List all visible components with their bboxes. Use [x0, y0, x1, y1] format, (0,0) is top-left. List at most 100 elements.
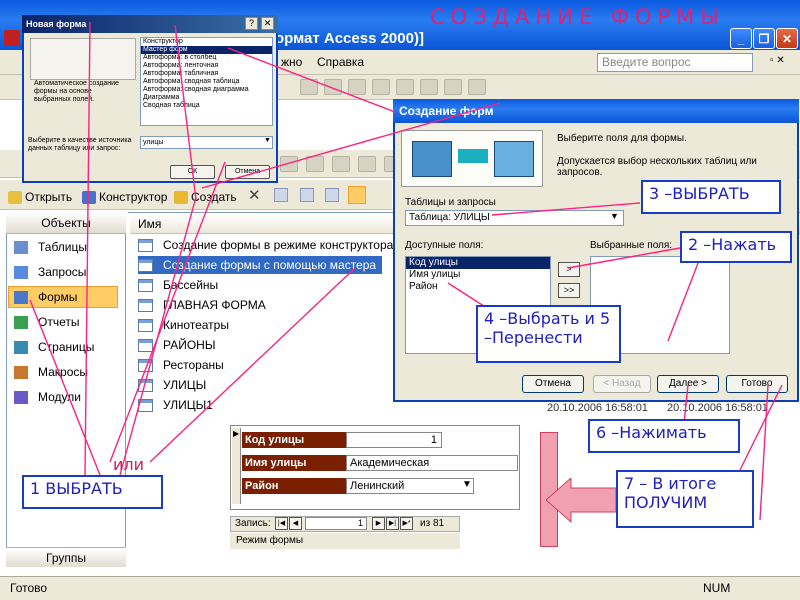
field-option[interactable]: Район	[406, 281, 550, 293]
field-option[interactable]: Имя улицы	[406, 269, 550, 281]
record-total: из 81	[420, 518, 445, 529]
close-button[interactable]: ✕	[776, 28, 798, 49]
list-item[interactable]: Бассейны	[138, 276, 218, 294]
menu-service[interactable]: жно	[281, 55, 302, 69]
form-type-option[interactable]: Автоформа: сводная таблица	[141, 78, 272, 86]
menu-help[interactable]: Справка	[317, 55, 364, 69]
dialog-close-button[interactable]: ✕	[261, 17, 274, 30]
cancel-button[interactable]: Отмена	[225, 165, 270, 179]
list-item[interactable]: УЛИЦЫ	[138, 376, 206, 394]
form-type-option[interactable]: Автоформа: в столбец	[141, 54, 272, 62]
add-field-button[interactable]: >	[558, 262, 580, 277]
help-button[interactable]: ?	[245, 17, 258, 30]
field-value[interactable]: Академическая	[346, 455, 518, 471]
new-form-dialog-title: Новая форма	[22, 15, 278, 33]
list-item[interactable]: Кинотеатры	[138, 316, 229, 334]
district-combo[interactable]: Ленинский	[346, 478, 474, 494]
small-icons-icon[interactable]	[300, 188, 314, 202]
list-item[interactable]: Создание формы в режиме конструктора	[138, 236, 393, 254]
form-icon	[138, 398, 153, 412]
record-selector[interactable]	[232, 428, 241, 504]
object-macros[interactable]: Макросы	[14, 361, 88, 383]
next-record-button[interactable]: ▶	[372, 517, 385, 530]
form-type-option-selected[interactable]: Мастер форм	[141, 46, 272, 54]
back-button[interactable]: < Назад	[593, 375, 651, 393]
first-record-button[interactable]: |◀	[275, 517, 288, 530]
details-icon[interactable]	[348, 186, 366, 204]
form-type-option[interactable]: Автоформа: табличная	[141, 70, 272, 78]
form-type-option[interactable]: Автоформа: сводная диаграмма	[141, 86, 272, 94]
field-option-selected[interactable]: Код улицы	[406, 257, 550, 269]
create-button[interactable]: Создать	[174, 190, 237, 204]
list-item[interactable]: УЛИЦЫ1	[138, 396, 213, 414]
object-label: Модули	[38, 390, 81, 404]
add-all-fields-button[interactable]: >>	[558, 283, 580, 298]
form-type-option[interactable]: Сводная таблица	[141, 102, 272, 110]
ok-button[interactable]: ОК	[170, 165, 215, 179]
form-type-list[interactable]: Конструктор Мастер форм Автоформа: в сто…	[140, 37, 273, 126]
object-tables[interactable]: Таблицы	[14, 236, 87, 258]
chevron-down-icon[interactable]: ▼	[462, 479, 472, 490]
last-record-button[interactable]: ▶|	[386, 517, 399, 530]
wizard-cancel-button[interactable]: Отмена	[522, 375, 584, 393]
annotation-or: или	[113, 455, 145, 474]
effects-icon[interactable]	[468, 79, 486, 95]
form-icon	[138, 358, 153, 372]
object-reports[interactable]: Отчеты	[14, 311, 79, 333]
list-item[interactable]: ГЛАВНАЯ ФОРМА	[138, 296, 266, 314]
object-pages[interactable]: Страницы	[14, 336, 94, 358]
form-type-option[interactable]: Автоформа: ленточная	[141, 62, 272, 70]
form-mode-status: Режим формы	[230, 533, 460, 549]
object-queries[interactable]: Запросы	[14, 261, 86, 283]
line-color-icon[interactable]	[420, 79, 438, 95]
finish-button[interactable]: Готово	[726, 375, 788, 393]
window-title: ормат Access 2000)]	[275, 30, 424, 47]
list-item[interactable]: РАЙОНЫ	[138, 336, 215, 354]
ask-question-input[interactable]: Введите вопрос	[597, 53, 753, 72]
list-icon[interactable]	[325, 188, 339, 202]
annotation-step6: 6 –Нажимать	[588, 419, 740, 453]
maximize-button[interactable]: ❐	[753, 28, 775, 49]
available-fields-label: Доступные поля:	[405, 240, 484, 251]
field-value[interactable]: 1	[346, 432, 442, 448]
list-item[interactable]: Рестораны	[138, 356, 224, 374]
form-type-option[interactable]: Конструктор	[141, 38, 272, 46]
underline-icon[interactable]	[348, 79, 366, 95]
link-icon[interactable]	[332, 156, 350, 172]
large-icons-icon[interactable]	[274, 188, 288, 202]
list-item-label: Рестораны	[163, 358, 224, 372]
record-number-field[interactable]: 1	[305, 517, 367, 530]
fill-color-icon[interactable]	[372, 79, 390, 95]
designer-button[interactable]: Конструктор	[82, 190, 167, 204]
object-modules[interactable]: Модули	[14, 386, 81, 408]
num-indicator: NUM	[703, 581, 731, 595]
object-label: Таблицы	[38, 240, 88, 254]
undo-icon[interactable]	[306, 156, 324, 172]
border-icon[interactable]	[444, 79, 462, 95]
prev-record-button[interactable]: ◀	[289, 517, 302, 530]
source-select[interactable]: улицы	[140, 136, 273, 149]
minimize-button[interactable]: _	[730, 28, 752, 49]
new-record-button[interactable]: ▶*	[400, 517, 413, 530]
bold-icon[interactable]	[300, 79, 318, 95]
next-button[interactable]: Далее >	[657, 375, 719, 393]
window-close-icon[interactable]: ▫ ✕	[770, 55, 785, 66]
delete-icon[interactable]: ✕	[248, 186, 261, 204]
chevron-down-icon[interactable]: ▼	[264, 137, 271, 144]
analyze-icon[interactable]	[358, 156, 376, 172]
status-text: Готово	[10, 581, 48, 595]
object-forms[interactable]: Формы	[8, 286, 118, 308]
list-item-wizard-selected[interactable]: Создание формы с помощью мастера	[138, 256, 383, 274]
source-label: Выберите в качестве источника данных таб…	[28, 137, 132, 152]
reports-icon	[14, 315, 28, 329]
font-color-icon[interactable]	[396, 79, 414, 95]
wizard-prompt: Выберите поля для формы.	[557, 133, 687, 144]
groups-button[interactable]: Группы	[6, 547, 126, 567]
chevron-down-icon[interactable]: ▼	[610, 211, 619, 221]
table-select[interactable]: Таблица: УЛИЦЫ	[405, 210, 624, 226]
paste-icon[interactable]	[280, 156, 298, 172]
design-form-icon	[138, 238, 153, 252]
italic-icon[interactable]	[324, 79, 342, 95]
form-type-option[interactable]: Диаграмма	[141, 94, 272, 102]
open-button[interactable]: Открыть	[8, 190, 72, 204]
